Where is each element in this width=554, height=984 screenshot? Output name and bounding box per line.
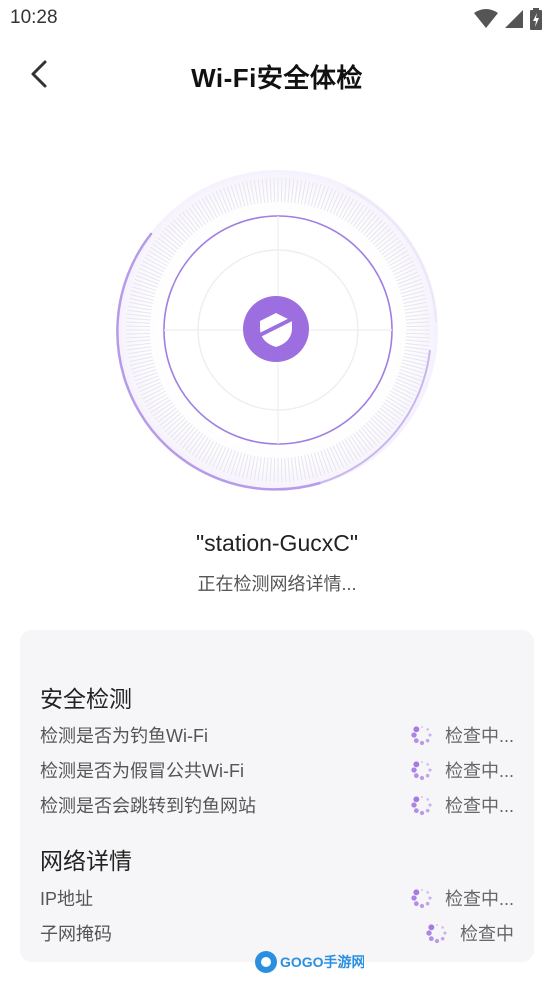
- security-section-title: 安全检测: [40, 686, 132, 712]
- status-icons: [474, 8, 542, 30]
- radar-scanner: [110, 170, 446, 500]
- status-text: 检查中...: [444, 761, 514, 781]
- detail-item-status: 检查中...: [411, 885, 514, 911]
- status-text: 检查中...: [444, 889, 514, 909]
- status-text: 检查中...: [444, 796, 514, 816]
- list-item-fake-public-wifi: 检测是否为假冒公共Wi-Fi 检查中...: [40, 757, 514, 785]
- status-text: 检查中...: [444, 726, 514, 746]
- list-item-phishing-wifi: 检测是否为钓鱼Wi-Fi 检查中...: [40, 722, 514, 750]
- status-text: 检查中: [460, 924, 514, 944]
- app-header: Wi-Fi安全体检: [0, 48, 554, 104]
- list-item-ip-address: IP地址 检查中...: [40, 885, 514, 913]
- loading-spinner-icon: [411, 889, 432, 909]
- list-item-subnet-mask: 子网掩码 检查中: [40, 920, 514, 948]
- watermark-text: GOGO手游网: [280, 954, 364, 970]
- page-title: Wi-Fi安全体检: [191, 63, 363, 93]
- scan-status-text: 正在检测网络详情...: [197, 574, 357, 594]
- wifi-signal-icon: [474, 9, 498, 29]
- check-item-status: 检查中...: [411, 757, 514, 783]
- check-item-label: 检测是否为钓鱼Wi-Fi: [40, 726, 208, 746]
- battery-charging-icon: [530, 8, 542, 30]
- check-item-label: 检测是否会跳转到钓鱼网站: [40, 796, 256, 816]
- check-item-status: 检查中...: [411, 722, 514, 748]
- shield-icon: [243, 296, 309, 362]
- check-results-card: 安全检测 检测是否为钓鱼Wi-Fi 检查中... 检测是否为假冒公共Wi-Fi …: [20, 630, 534, 962]
- detail-item-label: IP地址: [40, 889, 94, 909]
- cell-signal-icon: [504, 9, 524, 29]
- status-bar: 10:28: [0, 0, 554, 40]
- check-item-status: 检查中...: [411, 792, 514, 818]
- details-section-title: 网络详情: [40, 848, 132, 874]
- loading-spinner-icon: [411, 726, 432, 746]
- check-item-label: 检测是否为假冒公共Wi-Fi: [40, 761, 244, 781]
- detail-item-label: 子网掩码: [40, 924, 112, 944]
- loading-spinner-icon: [411, 761, 432, 781]
- list-item-phishing-redirect: 检测是否会跳转到钓鱼网站 检查中...: [40, 792, 514, 820]
- loading-spinner-icon: [411, 796, 432, 816]
- network-ssid: "station-GucxC": [195, 530, 359, 556]
- detail-item-status: 检查中: [426, 920, 514, 946]
- loading-spinner-icon: [426, 924, 447, 944]
- watermark-logo: GOGO手游网: [254, 948, 366, 976]
- status-time: 10:28: [10, 7, 58, 28]
